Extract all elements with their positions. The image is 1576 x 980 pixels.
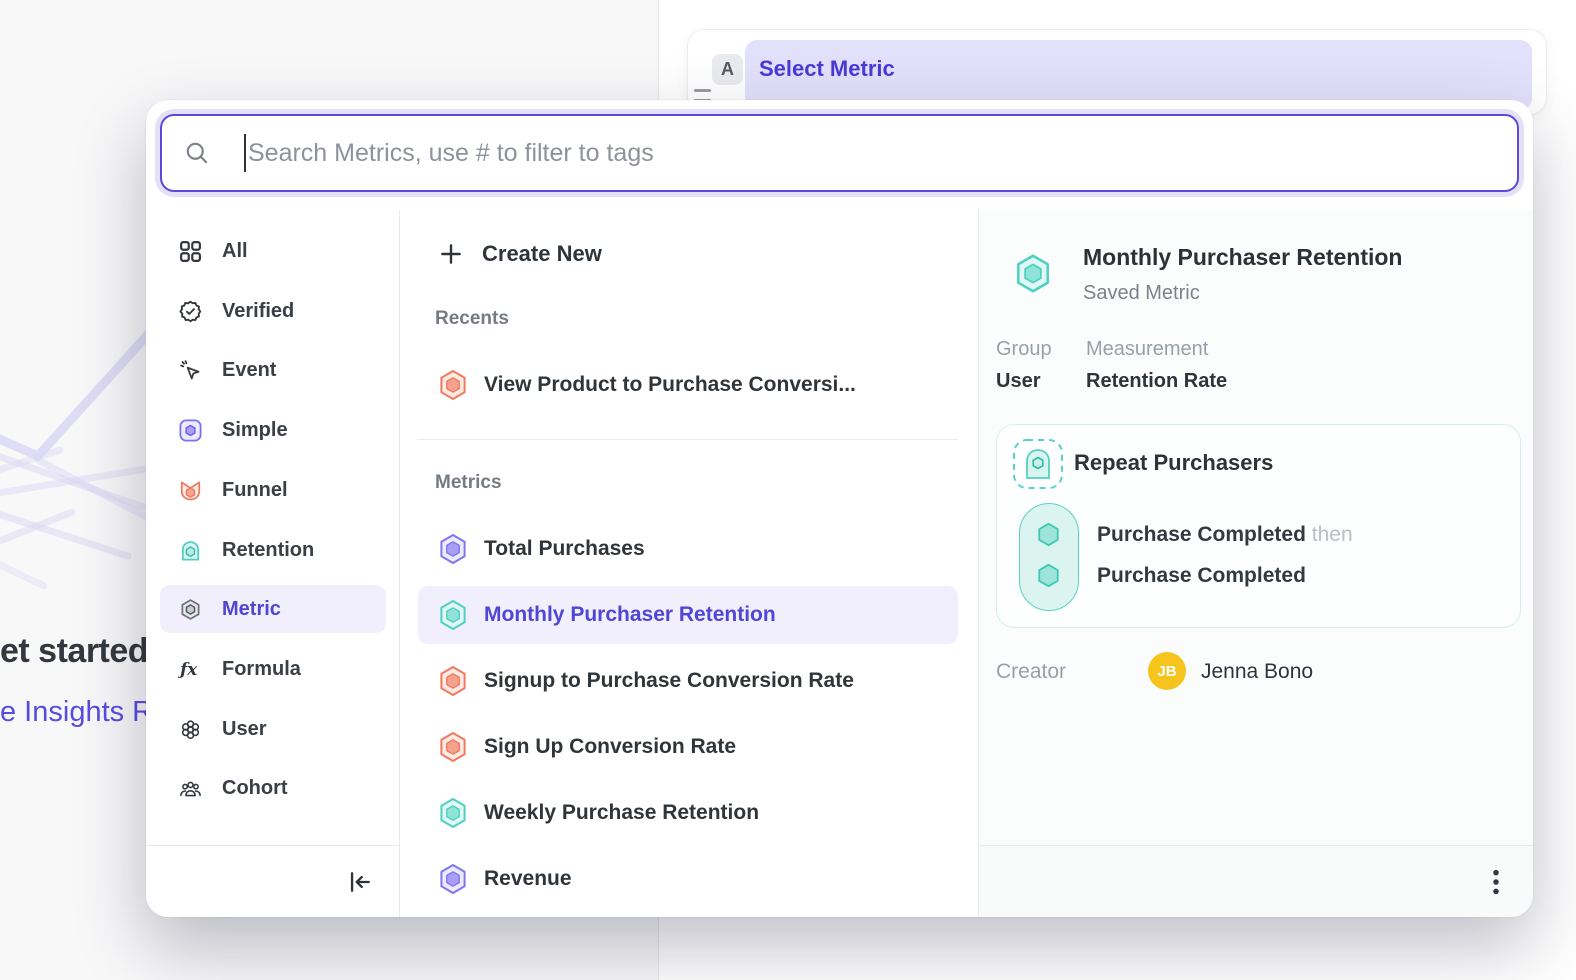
create-new-button[interactable]: Create New (438, 232, 978, 276)
sidebar-item-label: Simple (222, 419, 288, 442)
metric-row-label: Monthly Purchaser Retention (484, 603, 776, 627)
metric-row-label: Weekly Purchase Retention (484, 801, 759, 825)
metric-picker-modal: All Verified Event Simple Funnel Retenti… (146, 100, 1533, 917)
metric-row-label: Sign Up Conversion Rate (484, 735, 736, 759)
metric-hexagon-icon (438, 731, 468, 763)
sidebar-item-icon (178, 717, 203, 742)
retention-definition-icon (1012, 438, 1064, 490)
preview-title: Monthly Purchaser Retention (1083, 244, 1402, 271)
metric-hexagon-icon (438, 369, 468, 401)
collapse-sidebar-button[interactable] (346, 868, 374, 896)
sidebar-item-icon (178, 776, 203, 801)
metric-row[interactable]: Signup to Purchase Conversion Rate (418, 652, 958, 710)
sidebar-item-label: Event (222, 359, 276, 382)
metric-row[interactable]: Sign Up Conversion Rate (418, 718, 958, 776)
sidebar-item-label: User (222, 718, 266, 741)
sidebar-item-event[interactable]: Event (160, 346, 386, 394)
sidebar-item-formula[interactable]: Formula (160, 645, 386, 693)
category-sidebar: All Verified Event Simple Funnel Retenti… (146, 210, 400, 845)
preview-subtitle: Saved Metric (1083, 282, 1200, 305)
sidebar-item-label: Cohort (222, 777, 288, 800)
sidebar-item-label: Verified (222, 300, 294, 323)
sidebar-item-retention[interactable]: Retention (160, 526, 386, 574)
background-headline-fragment: et started. (0, 632, 157, 671)
definition-step-2: Purchase Completed (1097, 564, 1306, 588)
sidebar-item-label: Funnel (222, 479, 288, 502)
definition-title: Repeat Purchasers (1074, 450, 1273, 476)
metric-list: Recents View Product to Purchase Convers… (400, 308, 978, 908)
list-divider (417, 439, 958, 440)
sidebar-item-icon (178, 358, 203, 383)
metric-row[interactable]: View Product to Purchase Conversi... (418, 356, 958, 414)
measurement-value: Retention Rate (1086, 370, 1227, 393)
event-hexagon-icon (1035, 562, 1062, 589)
group-label: Group (996, 338, 1052, 361)
sidebar-item-funnel[interactable]: Funnel (160, 466, 386, 514)
sidebar-item-label: All (222, 240, 248, 263)
metric-hexagon-icon (438, 665, 468, 697)
metric-row-label: View Product to Purchase Conversi... (484, 373, 856, 397)
sidebar-item-user[interactable]: User (160, 705, 386, 753)
metric-row[interactable]: Weekly Purchase Retention (418, 784, 958, 842)
sidebar-item-icon (178, 239, 203, 264)
sidebar-item-icon (178, 538, 203, 563)
metric-hexagon-icon (438, 533, 468, 565)
sidebar-footer (146, 845, 400, 917)
section-label: Recents (435, 308, 978, 332)
plus-icon (438, 241, 464, 267)
metric-list-column: Create New Recents View Product to Purch… (400, 210, 978, 917)
search-bar (160, 114, 1519, 192)
metric-row-label: Total Purchases (484, 537, 645, 561)
creator-label: Creator (996, 660, 1066, 684)
sidebar-item-icon (178, 657, 203, 682)
metric-preview-panel: Monthly Purchaser Retention Saved Metric… (978, 210, 1533, 845)
more-options-button[interactable] (1481, 866, 1511, 898)
create-new-label: Create New (482, 241, 602, 267)
metric-hexagon-icon (438, 797, 468, 829)
event-hexagon-icon (1035, 521, 1062, 548)
series-letter-badge[interactable]: A (712, 54, 743, 85)
sidebar-item-simple[interactable]: Simple (160, 406, 386, 454)
step-connector: then (1312, 523, 1353, 546)
sidebar-item-verified[interactable]: Verified (160, 287, 386, 335)
metric-hexagon-icon (438, 599, 468, 631)
sidebar-item-icon (178, 597, 203, 622)
metric-definition-card: Repeat Purchasers Purchase Completed the… (996, 424, 1521, 628)
metric-hexagon-icon (438, 863, 468, 895)
event-sequence-capsule (1019, 503, 1079, 611)
text-cursor (244, 134, 246, 172)
definition-step-1: Purchase Completed then (1097, 523, 1353, 547)
sidebar-item-icon (178, 478, 203, 503)
creator-avatar: JB (1148, 652, 1186, 690)
preview-metric-hexagon-icon (1014, 253, 1052, 294)
sidebar-item-label: Formula (222, 658, 301, 681)
search-input[interactable] (248, 116, 1488, 190)
creator-name: Jenna Bono (1201, 660, 1313, 684)
metric-row-label: Signup to Purchase Conversion Rate (484, 669, 854, 693)
sidebar-item-all[interactable]: All (160, 227, 386, 275)
preview-footer (978, 845, 1533, 917)
metric-row[interactable]: Revenue (418, 850, 958, 908)
search-icon (184, 140, 210, 166)
sidebar-item-icon (178, 418, 203, 443)
sidebar-item-label: Metric (222, 598, 281, 621)
step-1-event: Purchase Completed (1097, 523, 1306, 546)
sidebar-item-metric[interactable]: Metric (160, 585, 386, 633)
metric-row[interactable]: Total Purchases (418, 520, 958, 578)
group-value: User (996, 370, 1040, 393)
section-label: Metrics (435, 472, 978, 496)
sidebar-item-label: Retention (222, 539, 314, 562)
background-link-fragment[interactable]: e Insights Re (0, 696, 169, 729)
sidebar-item-cohort[interactable]: Cohort (160, 764, 386, 812)
sidebar-item-icon (178, 299, 203, 324)
measurement-label: Measurement (1086, 338, 1208, 361)
metric-row[interactable]: Monthly Purchaser Retention (418, 586, 958, 644)
select-metric-label: Select Metric (759, 56, 895, 82)
metric-row-label: Revenue (484, 867, 572, 891)
